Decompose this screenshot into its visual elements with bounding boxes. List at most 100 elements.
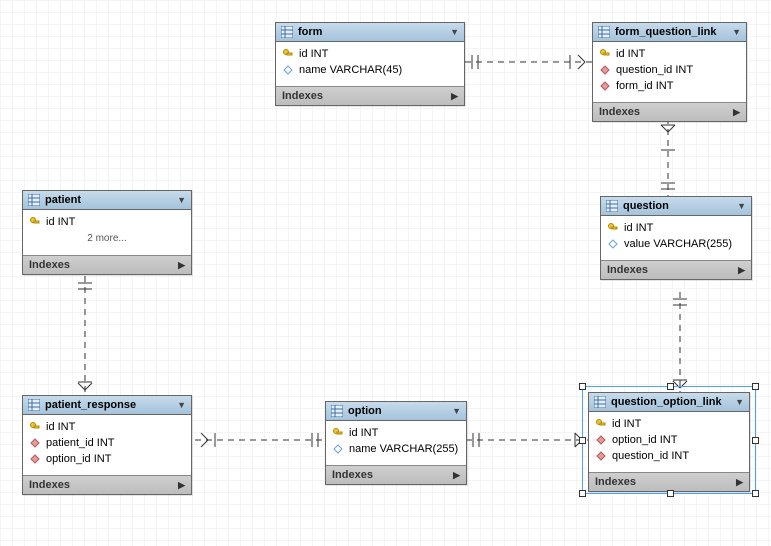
entity-form[interactable]: form ▼ id INT name VARCHAR(45) Indexes ▶ <box>275 22 465 106</box>
column-text: id INT <box>616 48 645 60</box>
column-text: option_id INT <box>46 453 111 465</box>
chevron-down-icon[interactable]: ▼ <box>452 406 461 416</box>
indexes-section[interactable]: Indexes ▶ <box>589 472 749 491</box>
column-text: question_id INT <box>616 64 693 76</box>
chevron-right-icon: ▶ <box>453 470 460 481</box>
more-columns[interactable]: 2 more... <box>29 230 185 247</box>
chevron-down-icon[interactable]: ▼ <box>177 195 186 205</box>
entity-header[interactable]: patient_response ▼ <box>23 396 191 415</box>
entity-header[interactable]: question ▼ <box>601 197 751 216</box>
diamond-icon <box>332 444 344 454</box>
column-row: id INT <box>282 46 458 62</box>
chevron-down-icon[interactable]: ▼ <box>177 400 186 410</box>
column-row: question_id INT <box>595 448 743 464</box>
entity-title: question <box>623 200 669 212</box>
column-row: option_id INT <box>29 451 185 467</box>
entity-option[interactable]: option ▼ id INT name VARCHAR(255) Indexe… <box>325 401 467 485</box>
indexes-label: Indexes <box>282 90 323 102</box>
column-text: value VARCHAR(255) <box>624 238 732 250</box>
entity-title: form <box>298 26 322 38</box>
column-text: id INT <box>46 421 75 433</box>
entity-title: option <box>348 405 382 417</box>
table-icon <box>606 200 618 212</box>
entity-body: id INT option_id INT question_id INT <box>589 412 749 472</box>
entity-body: id INT name VARCHAR(45) <box>276 42 464 86</box>
entity-patient[interactable]: patient ▼ id INT 2 more... Indexes ▶ <box>22 190 192 275</box>
chevron-right-icon: ▶ <box>178 260 185 271</box>
table-icon <box>594 396 606 408</box>
entity-header[interactable]: option ▼ <box>326 402 466 421</box>
fk-icon <box>29 438 41 448</box>
chevron-down-icon[interactable]: ▼ <box>735 397 744 407</box>
entity-form-question-link[interactable]: form_question_link ▼ id INT question_id … <box>592 22 747 122</box>
column-text: id INT <box>349 427 378 439</box>
indexes-label: Indexes <box>607 264 648 276</box>
selection-handle[interactable] <box>579 490 586 497</box>
chevron-right-icon: ▶ <box>451 91 458 102</box>
column-text: id INT <box>299 48 328 60</box>
indexes-label: Indexes <box>29 479 70 491</box>
chevron-right-icon: ▶ <box>733 107 740 118</box>
key-icon <box>607 223 619 233</box>
selection-handle[interactable] <box>579 437 586 444</box>
table-icon <box>28 194 40 206</box>
column-text: question_id INT <box>612 450 689 462</box>
key-icon <box>29 217 41 227</box>
column-row: value VARCHAR(255) <box>607 236 745 252</box>
fk-icon <box>599 65 611 75</box>
column-row: id INT <box>29 214 185 230</box>
entity-title: patient_response <box>45 399 136 411</box>
indexes-section[interactable]: Indexes ▶ <box>276 86 464 105</box>
entity-header[interactable]: patient ▼ <box>23 191 191 210</box>
indexes-section[interactable]: Indexes ▶ <box>601 260 751 279</box>
column-row: option_id INT <box>595 432 743 448</box>
column-row: name VARCHAR(255) <box>332 441 460 457</box>
indexes-section[interactable]: Indexes ▶ <box>23 255 191 274</box>
indexes-label: Indexes <box>595 476 636 488</box>
selection-handle[interactable] <box>752 437 759 444</box>
column-text: name VARCHAR(45) <box>299 64 402 76</box>
column-text: id INT <box>612 418 641 430</box>
column-row: id INT <box>607 220 745 236</box>
column-text: id INT <box>624 222 653 234</box>
chevron-down-icon[interactable]: ▼ <box>737 201 746 211</box>
table-icon <box>281 26 293 38</box>
fk-icon <box>599 81 611 91</box>
indexes-section[interactable]: Indexes ▶ <box>593 102 746 121</box>
indexes-section[interactable]: Indexes ▶ <box>23 475 191 494</box>
entity-body: id INT value VARCHAR(255) <box>601 216 751 260</box>
column-row: name VARCHAR(45) <box>282 62 458 78</box>
entity-header[interactable]: form_question_link ▼ <box>593 23 746 42</box>
entity-question[interactable]: question ▼ id INT value VARCHAR(255) Ind… <box>600 196 752 280</box>
selection-handle[interactable] <box>752 383 759 390</box>
column-row: form_id INT <box>599 78 740 94</box>
entity-question-option-link[interactable]: question_option_link ▼ id INT option_id … <box>588 392 750 492</box>
key-icon <box>595 419 607 429</box>
chevron-down-icon[interactable]: ▼ <box>450 27 459 37</box>
selection-handle[interactable] <box>667 383 674 390</box>
column-row: id INT <box>332 425 460 441</box>
fk-icon <box>29 454 41 464</box>
chevron-down-icon[interactable]: ▼ <box>732 27 741 37</box>
key-icon <box>332 428 344 438</box>
key-icon <box>29 422 41 432</box>
entity-body: id INT name VARCHAR(255) <box>326 421 466 465</box>
column-text: option_id INT <box>612 434 677 446</box>
selection-handle[interactable] <box>579 383 586 390</box>
entity-header[interactable]: form ▼ <box>276 23 464 42</box>
selection-handle[interactable] <box>752 490 759 497</box>
entity-body: id INT 2 more... <box>23 210 191 255</box>
indexes-section[interactable]: Indexes ▶ <box>326 465 466 484</box>
column-text: form_id INT <box>616 80 673 92</box>
key-icon <box>599 49 611 59</box>
entity-title: patient <box>45 194 81 206</box>
column-row: id INT <box>595 416 743 432</box>
chevron-right-icon: ▶ <box>736 477 743 488</box>
table-icon <box>28 399 40 411</box>
diamond-icon <box>282 65 294 75</box>
chevron-right-icon: ▶ <box>178 480 185 491</box>
entity-patient-response[interactable]: patient_response ▼ id INT patient_id INT… <box>22 395 192 495</box>
indexes-label: Indexes <box>599 106 640 118</box>
entity-header[interactable]: question_option_link ▼ <box>589 393 749 412</box>
table-icon <box>598 26 610 38</box>
